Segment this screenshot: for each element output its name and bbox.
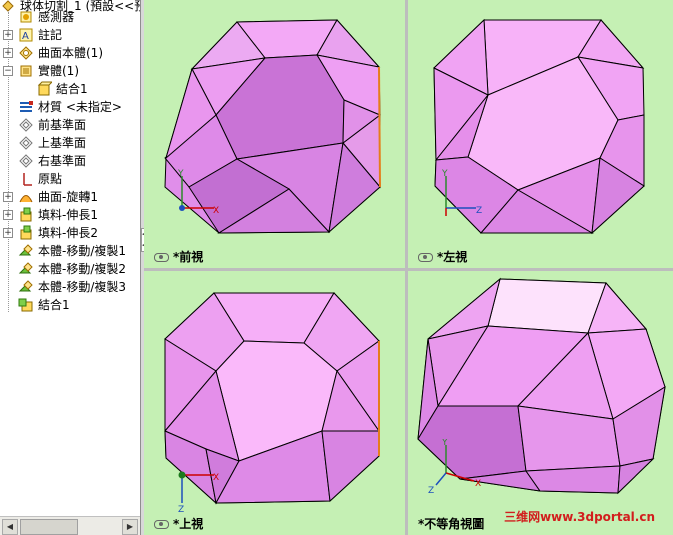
plane-icon	[19, 118, 33, 132]
tree-item-label: 填料-伸長2	[38, 226, 98, 240]
tree-item[interactable]: 前基準面	[0, 116, 140, 134]
collapse-toggle[interactable]: −	[3, 66, 13, 76]
expand-toggle[interactable]: +	[3, 192, 13, 202]
tree-item[interactable]: + 填料-伸長2	[0, 224, 140, 242]
svg-text:Z: Z	[428, 486, 434, 495]
combine-body-icon	[37, 81, 52, 96]
expand-toggle[interactable]: +	[3, 30, 13, 40]
svg-text:Y: Y	[441, 439, 448, 448]
viewport-front[interactable]: Y X *前視	[144, 0, 405, 268]
origin-icon	[23, 173, 32, 186]
viewport-title-isometric: *不等角視圖	[418, 515, 484, 532]
left-axis-triad: Y Z	[441, 169, 482, 216]
view-orientation-icon[interactable]	[154, 520, 169, 529]
svg-text:Z: Z	[178, 505, 184, 513]
view-orientation-icon[interactable]	[418, 253, 433, 262]
sensor-icon	[20, 11, 32, 23]
tree-item-label: 結合1	[56, 82, 88, 96]
tree-item[interactable]: + 曲面本體(1)	[0, 44, 140, 62]
tree-item[interactable]: 結合1	[0, 296, 140, 314]
tree-item[interactable]: 本體-移動/複製3	[0, 278, 140, 296]
viewport-isometric[interactable]: Y X Z *不等角視圖	[408, 271, 673, 535]
tree-item-label: 材質 <未指定>	[38, 100, 122, 114]
tree-item-label: 本體-移動/複製1	[38, 244, 127, 258]
viewport-title-label: *上視	[173, 517, 204, 531]
tree-item[interactable]: 本體-移動/複製2	[0, 260, 140, 278]
tree-horizontal-scrollbar[interactable]: ◀ ▶	[0, 516, 140, 535]
feature-manager-tree: 球体切割_1 (預設<<預 感測器 + A 註記 + 曲面本體(1) − 實體(1) 結合1 材質…	[0, 0, 141, 535]
expand-toggle[interactable]: +	[3, 228, 13, 238]
tree-item[interactable]: 右基準面	[0, 152, 140, 170]
isometric-view-model	[417, 277, 666, 495]
svg-text:Z: Z	[476, 206, 482, 216]
tree-item-label: 實體(1)	[38, 64, 79, 78]
viewport-title-label: *不等角視圖	[418, 517, 485, 531]
expand-toggle[interactable]: +	[3, 48, 13, 58]
plane-icon	[19, 154, 33, 168]
tree-item[interactable]: + A 註記	[0, 26, 140, 44]
top-axis-triad: X Z	[178, 471, 219, 513]
tree-item[interactable]: 原點	[0, 170, 140, 188]
tree-item-label: 原點	[38, 172, 63, 186]
move-copy-body-icon	[18, 262, 33, 274]
boss-extrude-icon	[20, 207, 32, 222]
move-copy-body-icon	[18, 244, 33, 256]
surface-revolve-icon	[19, 195, 33, 203]
viewport-title-front: *前視	[154, 248, 203, 265]
tree-item[interactable]: − 實體(1)	[0, 62, 140, 80]
material-icon	[20, 101, 33, 112]
tree-item-label: 曲面本體(1)	[38, 46, 103, 60]
viewport-title-label: *左視	[437, 250, 468, 264]
left-view-model	[433, 18, 645, 235]
tree-item-label: 曲面-旋轉1	[38, 190, 98, 204]
boss-extrude-icon	[20, 225, 32, 240]
move-copy-body-icon	[18, 280, 33, 292]
tree-item[interactable]: + 曲面-旋轉1	[0, 188, 140, 206]
viewport-left[interactable]: Y Z *左視	[408, 0, 673, 268]
watermark: 三维网www.3dportal.cn	[504, 510, 655, 524]
tree-item[interactable]: 上基準面	[0, 134, 140, 152]
front-axis-triad: Y X	[177, 169, 219, 216]
tree-item-label: 感測器	[38, 10, 75, 24]
viewport-top[interactable]: X Z *上視	[144, 271, 405, 535]
isometric-axis-triad: Y X Z	[428, 439, 481, 495]
surface-bodies-icon	[19, 46, 33, 60]
tree-item-label: 本體-移動/複製2	[38, 262, 127, 276]
tree-item[interactable]: 材質 <未指定>	[0, 98, 140, 116]
tree-item[interactable]: 結合1	[0, 80, 140, 98]
combine-feature-icon	[18, 298, 33, 312]
viewport-horizontal-divider[interactable]	[144, 268, 673, 271]
scroll-thumb[interactable]	[20, 519, 78, 535]
viewport-title-left: *左視	[418, 248, 467, 265]
tree-item-label: 結合1	[38, 298, 70, 312]
tree-item-label: 註記	[38, 28, 63, 42]
expand-toggle[interactable]: +	[3, 210, 13, 220]
view-orientation-icon[interactable]	[154, 253, 169, 262]
viewport-title-label: *前視	[173, 250, 204, 264]
svg-text:X: X	[213, 473, 219, 483]
scroll-left-button[interactable]: ◀	[2, 519, 18, 535]
viewport-title-top: *上視	[154, 515, 203, 532]
tree-item[interactable]: + 填料-伸長1	[0, 206, 140, 224]
tree-item[interactable]: 本體-移動/複製1	[0, 242, 140, 260]
tree-item-label: 填料-伸長1	[38, 208, 98, 222]
plane-icon	[19, 136, 33, 150]
tree-item-label: 右基準面	[38, 154, 87, 168]
scroll-right-button[interactable]: ▶	[122, 519, 138, 535]
svg-text:Y: Y	[441, 169, 448, 179]
svg-text:A: A	[22, 31, 29, 42]
tree-item[interactable]: 感測器	[0, 8, 140, 26]
svg-text:X: X	[213, 206, 219, 216]
tree-item-label: 本體-移動/複製3	[38, 280, 127, 294]
svg-text:X: X	[475, 479, 481, 489]
tree-item-label: 前基準面	[38, 118, 87, 132]
solid-bodies-icon	[20, 65, 32, 77]
svg-text:Y: Y	[177, 169, 184, 179]
front-view-model	[164, 19, 381, 234]
tree-item-label: 上基準面	[38, 136, 87, 150]
annotation-icon: A	[19, 28, 33, 42]
